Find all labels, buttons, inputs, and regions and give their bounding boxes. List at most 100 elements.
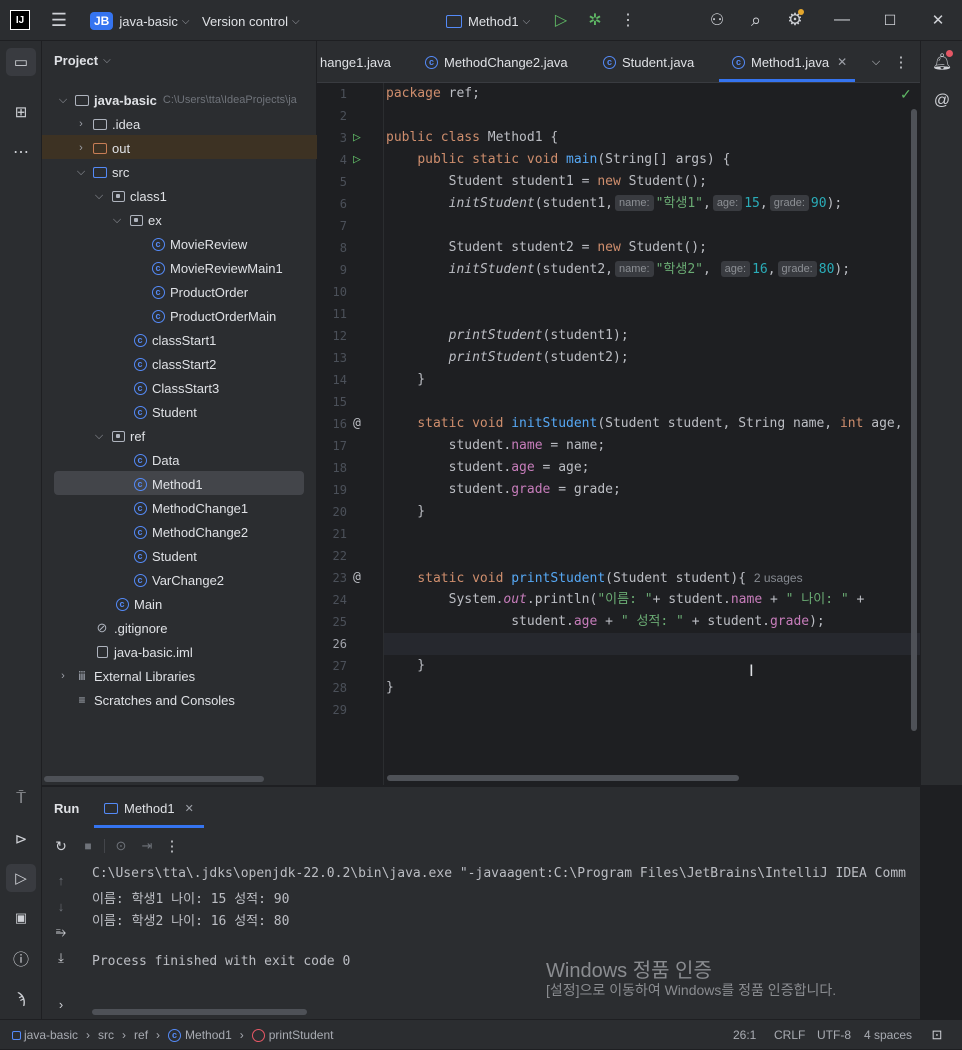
rerun-icon[interactable]: ↻ (52, 837, 70, 855)
breadcrumb-item[interactable]: Method1 (185, 1028, 232, 1042)
add-user-icon[interactable]: ⚇ (706, 10, 728, 30)
tabs-more-icon[interactable]: ⋮ (893, 52, 909, 72)
scroll-down-icon[interactable]: ↓ (52, 897, 70, 915)
breadcrumb-item[interactable]: java-basic (24, 1028, 78, 1042)
code-line: 24 System.out.println("이름: "+ student.na… (317, 589, 920, 611)
search-icon[interactable]: ⌕ (745, 10, 767, 30)
tab-methodchange1[interactable]: hange1.java (320, 41, 391, 83)
close-icon[interactable]: ✕ (926, 10, 950, 30)
git-tool-icon[interactable]: ϡ (6, 984, 36, 1012)
run-tool-icon[interactable]: ▷ (6, 864, 36, 892)
project-tool-icon[interactable]: ▭ (6, 48, 36, 76)
tree-item-methodchange2[interactable]: c MethodChange2 (132, 520, 248, 544)
close-tab-icon[interactable]: ✕ (185, 802, 194, 815)
tree-item-classstart1[interactable]: c classStart1 (132, 328, 216, 352)
chevron-down-icon[interactable]: ⌵ (92, 190, 106, 203)
usages-gutter-icon[interactable]: @ (353, 567, 361, 589)
line-separator[interactable]: CRLF (774, 1020, 805, 1050)
problems-tool-icon[interactable]: ⓘ (6, 944, 36, 972)
tree-item-methodchange1[interactable]: c MethodChange1 (132, 496, 248, 520)
tree-item-label: Main (134, 596, 163, 612)
horizontal-scrollbar[interactable] (92, 1009, 307, 1015)
indent-setting[interactable]: 4 spaces (864, 1020, 912, 1050)
tree-item-gitignore[interactable]: ⊘ .gitignore (94, 616, 168, 640)
usages-hint[interactable]: 2 usages (754, 571, 803, 585)
tree-item-moviereview[interactable]: c MovieReview (150, 232, 247, 256)
breadcrumb-item[interactable]: printStudent (269, 1028, 334, 1042)
caret-position[interactable]: 26:1 (733, 1020, 756, 1050)
chevron-right-icon[interactable]: › (74, 118, 88, 130)
tree-item-class1[interactable]: ⌵ class1 (92, 184, 167, 208)
scroll-up-icon[interactable]: ↑ (52, 871, 70, 889)
run-icon[interactable]: ▷ (550, 10, 572, 30)
tree-item-productordermain[interactable]: c ProductOrderMain (150, 304, 276, 328)
tab-method1[interactable]: c Method1.java ✕ (732, 41, 847, 83)
chevron-right-icon[interactable]: › (74, 142, 88, 154)
tree-item-external-libraries[interactable]: › ⅲ External Libraries (56, 664, 195, 688)
chevron-down-icon[interactable]: ⌵ (110, 214, 124, 227)
tree-item-data[interactable]: c Data (132, 448, 179, 472)
tree-item-iml[interactable]: java-basic.iml (94, 640, 193, 664)
more-tools-icon[interactable]: ⋯ (6, 138, 36, 166)
tree-item-student[interactable]: c Student (132, 400, 197, 424)
tab-student[interactable]: c Student.java (603, 41, 694, 83)
maximize-icon[interactable]: ☐ (878, 10, 902, 30)
tree-item-classstart3[interactable]: c ClassStart3 (132, 376, 219, 400)
close-tab-icon[interactable]: ✕ (837, 55, 847, 69)
debug-icon[interactable]: ✲ (584, 10, 606, 30)
tab-methodchange2[interactable]: c MethodChange2.java (425, 41, 568, 83)
run-config-selector[interactable]: Method1 ⌵ (446, 10, 530, 32)
breadcrumb-item[interactable]: ref (134, 1028, 148, 1042)
services-tool-icon[interactable]: ⊳ (6, 825, 36, 853)
minimize-icon[interactable]: — (830, 10, 854, 30)
tree-item-out[interactable]: › out (74, 136, 130, 160)
more-actions-icon[interactable]: ⋮ (618, 10, 638, 30)
vcs-menu[interactable]: Version control ⌵ (202, 10, 300, 32)
tree-item-moviereviewmain1[interactable]: c MovieReviewMain1 (150, 256, 283, 280)
file-encoding[interactable]: UTF-8 (817, 1020, 851, 1050)
run-gutter-icon[interactable]: ▷ (353, 149, 361, 171)
tree-item-ex[interactable]: ⌵ ex (110, 208, 162, 232)
run-tab-method1[interactable]: Method1 ✕ (104, 801, 194, 816)
project-panel-header[interactable]: Project ⌵ (54, 53, 111, 68)
stop-icon[interactable]: ■ (80, 837, 96, 855)
horizontal-scrollbar[interactable] (44, 776, 264, 782)
tree-item-ref-student[interactable]: c Student (132, 544, 197, 568)
usages-gutter-icon[interactable]: @ (353, 413, 361, 435)
read-only-lock-icon[interactable]: ⊡ (928, 1026, 946, 1044)
tree-item-varchange2[interactable]: c VarChange2 (132, 568, 224, 592)
code-area[interactable]: 1 package ref; 2 3 ▷ public class Method1 {… (317, 83, 920, 763)
tree-item-scratches[interactable]: ≡ Scratches and Consoles (74, 688, 234, 712)
tree-item-main[interactable]: c Main (114, 592, 162, 616)
structure-tool-icon[interactable]: ⊞ (6, 98, 36, 126)
chevron-right-icon[interactable]: › (56, 670, 70, 682)
chevron-down-icon[interactable]: ⌵ (74, 166, 88, 179)
scroll-to-end-icon[interactable]: ⤓ (52, 949, 70, 967)
camera-icon[interactable]: ⊙ (112, 837, 130, 855)
app-logo-icon[interactable]: IJ (10, 10, 30, 30)
more-actions-icon[interactable]: ⋮ (164, 837, 180, 855)
run-gutter-icon[interactable]: ▷ (353, 127, 361, 149)
expand-toolbar-icon[interactable]: › (52, 995, 70, 1013)
tree-item-method1[interactable]: c Method1 (132, 472, 203, 496)
project-switcher[interactable]: JB java-basic ⌵ (90, 10, 189, 32)
ai-assistant-icon[interactable]: @ (927, 87, 957, 115)
tree-item-idea[interactable]: › .idea (74, 112, 140, 136)
breadcrumb-item[interactable]: src (98, 1028, 114, 1042)
main-menu-icon[interactable]: ☰ (48, 10, 70, 30)
tree-item-productorder[interactable]: c ProductOrder (150, 280, 248, 304)
horizontal-scrollbar[interactable] (387, 775, 739, 781)
terminal-tool-icon[interactable]: ▣ (6, 904, 36, 932)
tree-item-root[interactable]: ⌵ java-basic C:\Users\tta\IdeaProjects\j… (56, 88, 297, 112)
chevron-down-icon[interactable]: ⌵ (92, 430, 106, 443)
build-tool-icon[interactable]: ⍑ (6, 785, 36, 813)
tree-item-src[interactable]: ⌵ src (74, 160, 130, 184)
soft-wrap-icon[interactable]: ⥱ (52, 923, 70, 941)
chevron-down-icon[interactable]: ⌵ (56, 94, 70, 107)
tree-item-ref[interactable]: ⌵ ref (92, 424, 145, 448)
run-panel-title: Run (54, 801, 80, 816)
exit-icon[interactable]: ⇥ (138, 837, 156, 855)
tree-item-classstart2[interactable]: c classStart2 (132, 352, 216, 376)
vertical-scrollbar[interactable] (911, 109, 917, 731)
tabs-dropdown-icon[interactable]: ⌵ (867, 52, 885, 72)
